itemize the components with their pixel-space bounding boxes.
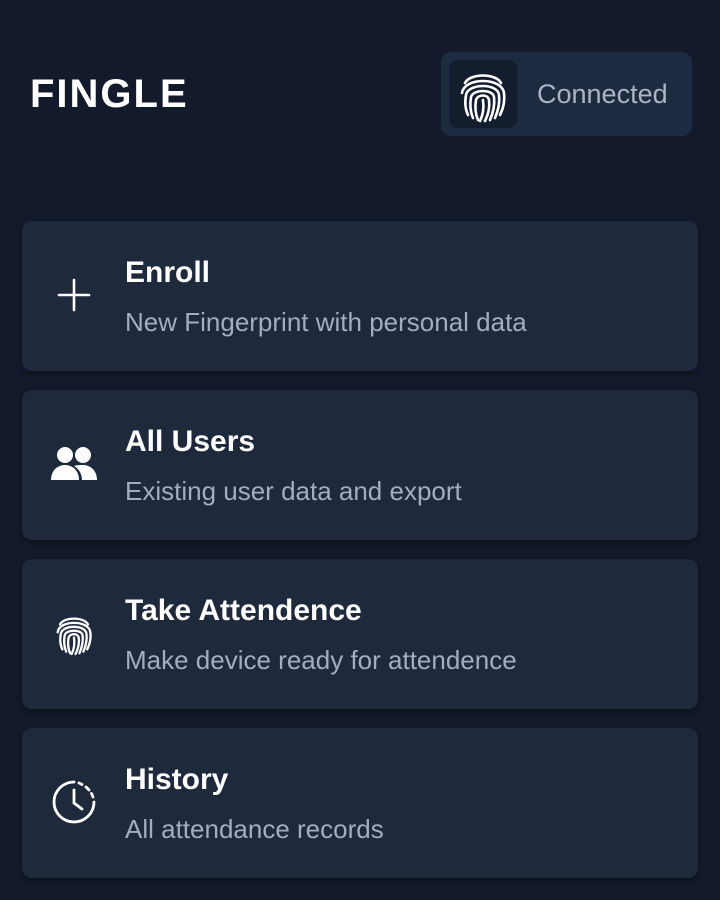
take-attendence-subtitle: Make device ready for attendence	[125, 645, 517, 675]
all-users-title: All Users	[125, 425, 256, 458]
enroll-card[interactable]: Enroll New Fingerprint with personal dat…	[22, 221, 698, 371]
app-header: FINGLE Connected	[0, 0, 720, 190]
plus-icon	[50, 271, 98, 319]
app-title: FINGLE	[30, 72, 189, 116]
take-attendence-title: Take Attendence	[125, 594, 362, 627]
fingerprint-icon	[50, 609, 98, 657]
connection-status-badge[interactable]: Connected	[441, 52, 692, 136]
users-icon	[50, 440, 98, 488]
history-title: History	[125, 763, 229, 796]
history-clock-icon	[50, 778, 98, 826]
take-attendence-card[interactable]: Take Attendence Make device ready for at…	[22, 559, 698, 709]
connection-status-label: Connected	[537, 79, 668, 109]
history-card[interactable]: History All attendance records	[22, 728, 698, 878]
all-users-subtitle: Existing user data and export	[125, 476, 462, 506]
enroll-subtitle: New Fingerprint with personal data	[125, 307, 527, 337]
fingerprint-icon	[449, 60, 517, 128]
enroll-title: Enroll	[125, 256, 211, 289]
all-users-card[interactable]: All Users Existing user data and export	[22, 390, 698, 540]
history-subtitle: All attendance records	[125, 814, 384, 844]
